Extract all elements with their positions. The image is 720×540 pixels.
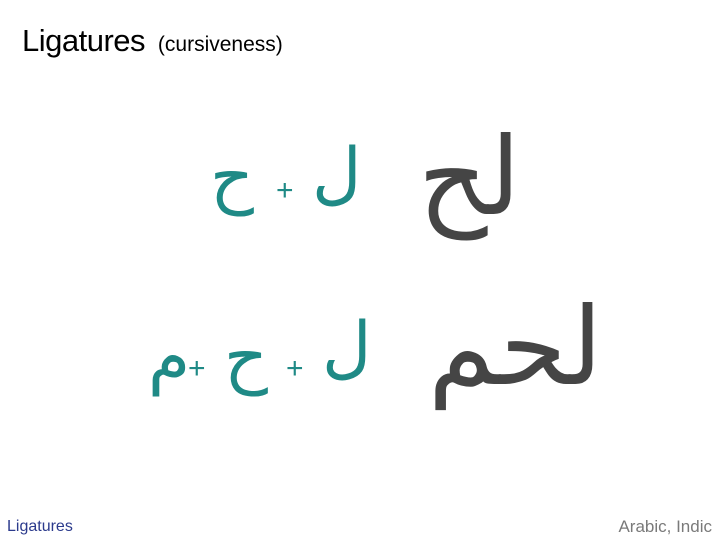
ligature-glyph-lam-hah: لح — [418, 115, 521, 240]
component-glyph-hah: ح — [210, 138, 254, 217]
component-glyph-lam: ل — [322, 308, 372, 387]
component-glyph-meem: م — [148, 318, 191, 397]
component-glyph-lam: ل — [312, 134, 362, 213]
footer-topic-label: Arabic, Indic — [618, 517, 712, 536]
ligature-row-2: ل + ح + م لحم — [0, 294, 720, 430]
footer-section-label: Ligatures — [7, 518, 73, 535]
plus-sign: + — [188, 352, 206, 385]
title-main: Ligatures — [22, 23, 146, 58]
plus-sign: + — [286, 352, 304, 385]
plus-sign: + — [276, 174, 294, 207]
ligature-row-1: ل + ح لح — [0, 124, 720, 260]
title-subtitle: (cursiveness) — [157, 33, 283, 56]
component-glyph-hah: ح — [224, 318, 268, 397]
slide-title: Ligatures (cursiveness) — [22, 22, 283, 59]
ligature-glyph-lam-hah-meem: لحم — [428, 285, 603, 410]
